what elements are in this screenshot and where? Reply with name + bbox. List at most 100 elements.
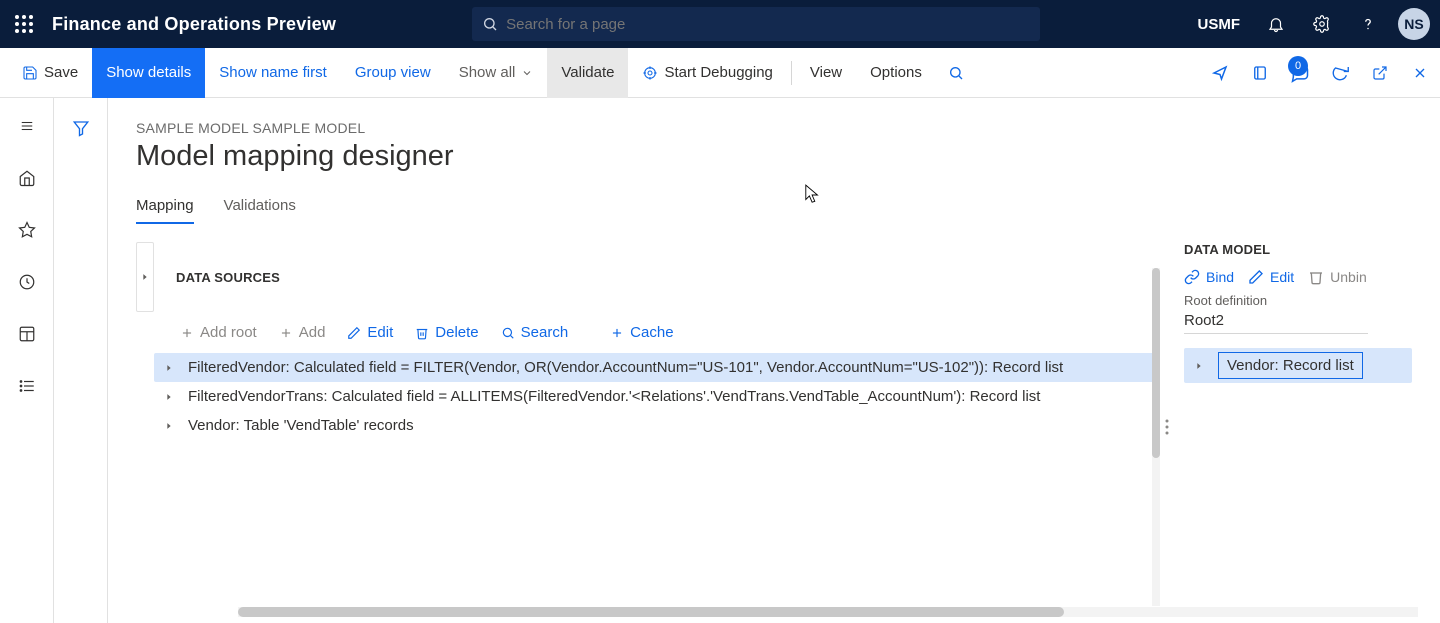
plus-icon [180, 326, 194, 340]
nav-home[interactable] [5, 156, 49, 200]
options-button[interactable]: Options [856, 48, 936, 98]
caret-right-icon[interactable] [160, 421, 178, 431]
pencil-icon [347, 326, 361, 340]
pencil-icon [1248, 269, 1264, 285]
save-icon [22, 65, 38, 81]
data-model-row[interactable]: Vendor: Record list [1184, 348, 1412, 383]
messages-button[interactable]: 0 [1280, 48, 1320, 98]
edit-button[interactable]: Edit [347, 324, 393, 341]
group-view-label: Group view [355, 64, 431, 81]
root-definition-value[interactable]: Root2 [1184, 308, 1368, 334]
refresh-button[interactable] [1320, 48, 1360, 98]
gear-icon [1313, 15, 1331, 33]
share-button[interactable] [1200, 48, 1240, 98]
view-button[interactable]: View [796, 48, 856, 98]
start-debugging-button[interactable]: Start Debugging [628, 48, 786, 98]
product-title: Finance and Operations Preview [48, 14, 336, 35]
edit-model-label: Edit [1270, 269, 1294, 285]
add-root-button[interactable]: Add root [180, 324, 257, 341]
apps-icon [1251, 64, 1269, 82]
settings-button[interactable] [1302, 0, 1342, 48]
refresh-icon [1331, 64, 1349, 82]
user-avatar[interactable]: NS [1398, 8, 1430, 40]
edit-model-button[interactable]: Edit [1248, 269, 1294, 285]
scrollbar-thumb[interactable] [238, 607, 1064, 617]
chevron-down-icon [521, 67, 533, 79]
filter-button[interactable] [65, 112, 97, 144]
add-root-label: Add root [200, 324, 257, 341]
view-label: View [810, 64, 842, 81]
data-source-types-expander[interactable] [136, 242, 154, 312]
close-button[interactable] [1400, 48, 1440, 98]
search-label: Search [521, 324, 569, 341]
unbind-button[interactable]: Unbin [1308, 269, 1367, 285]
add-label: Add [299, 324, 326, 341]
search-button[interactable]: Search [501, 324, 569, 341]
open-new-window-icon [1372, 65, 1388, 81]
data-source-label: FilteredVendorTrans: Calculated field = … [188, 388, 1040, 405]
caret-right-icon[interactable] [160, 363, 178, 373]
help-button[interactable] [1348, 0, 1388, 48]
cache-button[interactable]: Cache [610, 324, 673, 341]
company-picker[interactable]: USMF [1188, 16, 1251, 33]
caret-right-icon [140, 272, 150, 282]
edit-label: Edit [367, 324, 393, 341]
link-icon [1184, 269, 1200, 285]
data-sources-title: DATA SOURCES [176, 270, 280, 285]
search-icon [482, 16, 498, 32]
close-icon [1412, 65, 1428, 81]
search-icon [501, 326, 515, 340]
show-name-first-button[interactable]: Show name first [205, 48, 341, 98]
data-source-label: FilteredVendor: Calculated field = FILTE… [188, 359, 1063, 376]
nav-expand-button[interactable] [5, 104, 49, 148]
notifications-button[interactable] [1256, 0, 1296, 48]
add-button[interactable]: Add [279, 324, 326, 341]
caret-right-icon[interactable] [160, 392, 178, 402]
delete-button[interactable]: Delete [415, 324, 478, 341]
tab-validations[interactable]: Validations [224, 193, 296, 224]
plus-icon [610, 326, 624, 340]
options-label: Options [870, 64, 922, 81]
find-button[interactable] [936, 48, 976, 98]
data-model-label: Vendor: Record list [1218, 352, 1363, 379]
data-source-label: Vendor: Table 'VendTable' records [188, 417, 414, 434]
trash-icon [415, 326, 429, 340]
show-name-first-label: Show name first [219, 64, 327, 81]
share-icon [1211, 64, 1229, 82]
global-search[interactable] [472, 7, 1040, 41]
data-source-row[interactable]: FilteredVendorTrans: Calculated field = … [154, 382, 1160, 411]
scrollbar-thumb[interactable] [1152, 268, 1160, 458]
star-icon [18, 221, 36, 239]
data-model-title: DATA MODEL [1184, 242, 1412, 257]
save-button[interactable]: Save [8, 48, 92, 98]
nav-recent[interactable] [5, 260, 49, 304]
vertical-scrollbar[interactable] [1152, 268, 1160, 606]
show-all-label: Show all [459, 64, 516, 81]
breadcrumb: SAMPLE MODEL SAMPLE MODEL [136, 120, 1412, 136]
delete-label: Delete [435, 324, 478, 341]
global-search-input[interactable] [506, 16, 1030, 33]
nav-modules[interactable] [5, 364, 49, 408]
validate-button[interactable]: Validate [547, 48, 628, 98]
root-definition-label: Root definition [1184, 293, 1412, 308]
nav-favorites[interactable] [5, 208, 49, 252]
pop-out-button[interactable] [1360, 48, 1400, 98]
bind-button[interactable]: Bind [1184, 269, 1234, 285]
page-title: Model mapping designer [136, 140, 1412, 173]
show-all-dropdown[interactable]: Show all [445, 48, 548, 98]
data-source-row[interactable]: Vendor: Table 'VendTable' records [154, 411, 1160, 440]
group-view-button[interactable]: Group view [341, 48, 445, 98]
app-launcher-button[interactable] [0, 0, 48, 48]
caret-right-icon[interactable] [1190, 361, 1208, 371]
messages-count: 0 [1288, 56, 1308, 76]
clock-icon [18, 273, 36, 291]
splitter-icon [1164, 417, 1170, 437]
data-source-row[interactable]: FilteredVendor: Calculated field = FILTE… [154, 353, 1160, 382]
show-details-button[interactable]: Show details [92, 48, 205, 98]
apps-button[interactable] [1240, 48, 1280, 98]
horizontal-scrollbar[interactable] [238, 607, 1418, 617]
hamburger-icon [18, 119, 36, 133]
tab-mapping[interactable]: Mapping [136, 193, 194, 224]
nav-workspaces[interactable] [5, 312, 49, 356]
column-splitter[interactable] [1160, 242, 1174, 612]
